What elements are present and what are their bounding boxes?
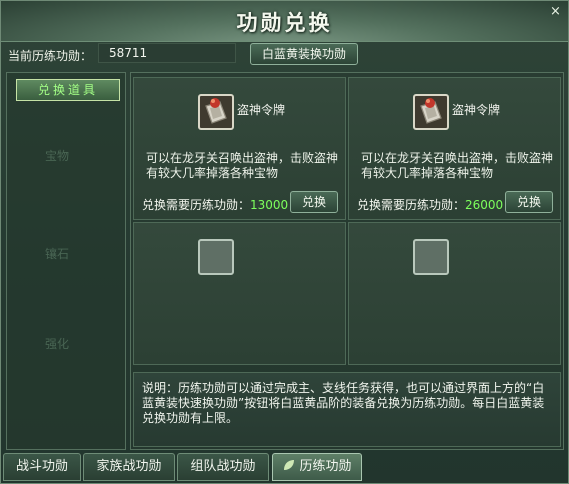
item-name: 盗神令牌 [452, 103, 501, 117]
cost-row: 兑换需要历练功勋：13000 [142, 196, 288, 213]
cost-label: 兑换需要历练功勋： [357, 198, 466, 212]
description-line: 兑换功勋有上限。 [142, 411, 239, 425]
empty-item-slot [348, 222, 561, 365]
category-sidebar: 兑换道具 宝物 镶石 强化 [6, 72, 126, 450]
sidebar-faded-label: 强化 [45, 337, 70, 351]
leaf-icon [282, 456, 296, 470]
convert-equipment-button[interactable]: 白蓝黄装换功勋 [250, 43, 358, 65]
thief-token-icon[interactable] [413, 94, 449, 130]
description-text: 说明：历练功勋可以通过完成主、支线任务获得，也可以通过界面上方的“白 蓝黄装快速… [142, 381, 552, 426]
close-button[interactable]: × [549, 5, 562, 18]
item-description: 可以在龙牙关召唤出盗神，击败盗神 有较大几率掉落各种宝物 [146, 151, 351, 181]
description-panel: 说明：历练功勋可以通过完成主、支线任务获得，也可以通过界面上方的“白 蓝黄装快速… [133, 372, 561, 447]
item-name: 盗神令牌 [237, 103, 286, 117]
tab-team-war-merit[interactable]: 组队战功勋 [177, 453, 269, 481]
description-line: 可以在龙牙关召唤出盗神，击败盗神 [146, 151, 339, 165]
item-description: 可以在龙牙关召唤出盗神，击败盗神 有较大几率掉落各种宝物 [361, 151, 566, 181]
empty-slot-icon [198, 239, 234, 275]
exchange-window: 功勋兑换 × 当前历练功勋： 58711 白蓝黄装换功勋 兑换道具 宝物 镶石 … [0, 0, 569, 484]
bottom-tabs: 战斗功勋 家族战功勋 组队战功勋 历练功勋 [3, 453, 568, 483]
tab-family-war-merit[interactable]: 家族战功勋 [83, 453, 175, 481]
cost-value: 26000 [465, 198, 504, 212]
exchange-button[interactable]: 兑换 [290, 191, 338, 213]
empty-slot-icon [413, 239, 449, 275]
window-title: 功勋兑换 [236, 11, 333, 35]
empty-item-slot [133, 222, 346, 365]
exchange-grid: 盗神令牌 可以在龙牙关召唤出盗神，击败盗神 有较大几率掉落各种宝物 兑换需要历练… [130, 72, 564, 450]
cost-row: 兑换需要历练功勋：26000 [357, 196, 503, 213]
sidebar-item-exchange-items[interactable]: 兑换道具 [16, 79, 120, 101]
sidebar-faded-label: 宝物 [45, 149, 70, 163]
sidebar-faded-label: 镶石 [45, 247, 70, 261]
description-line: 有较大几率掉落各种宝物 [146, 166, 279, 180]
exchange-button[interactable]: 兑换 [505, 191, 553, 213]
current-merit-value: 58711 [98, 43, 236, 63]
thief-token-icon[interactable] [198, 94, 234, 130]
title-bar: 功勋兑换 × [1, 1, 568, 42]
cost-value: 13000 [250, 198, 289, 212]
item-slot: 盗神令牌 可以在龙牙关召唤出盗神，击败盗神 有较大几率掉落各种宝物 兑换需要历练… [133, 77, 346, 220]
description-line: 说明：历练功勋可以通过完成主、支线任务获得，也可以通过界面上方的“白 [142, 381, 545, 395]
description-line: 有较大几率掉落各种宝物 [361, 166, 494, 180]
tab-label: 历练功勋 [299, 459, 352, 474]
item-slot: 盗神令牌 可以在龙牙关召唤出盗神，击败盗神 有较大几率掉落各种宝物 兑换需要历练… [348, 77, 561, 220]
description-line: 蓝黄装快速换功勋”按钮将白蓝黄品阶的装备兑换为历练功勋。每日白蓝黄装 [142, 396, 545, 410]
cost-label: 兑换需要历练功勋： [142, 198, 251, 212]
tab-battle-merit[interactable]: 战斗功勋 [3, 453, 81, 481]
description-line: 可以在龙牙关召唤出盗神，击败盗神 [361, 151, 554, 165]
tab-training-merit[interactable]: 历练功勋 [272, 453, 362, 481]
current-merit-label: 当前历练功勋： [8, 49, 93, 63]
